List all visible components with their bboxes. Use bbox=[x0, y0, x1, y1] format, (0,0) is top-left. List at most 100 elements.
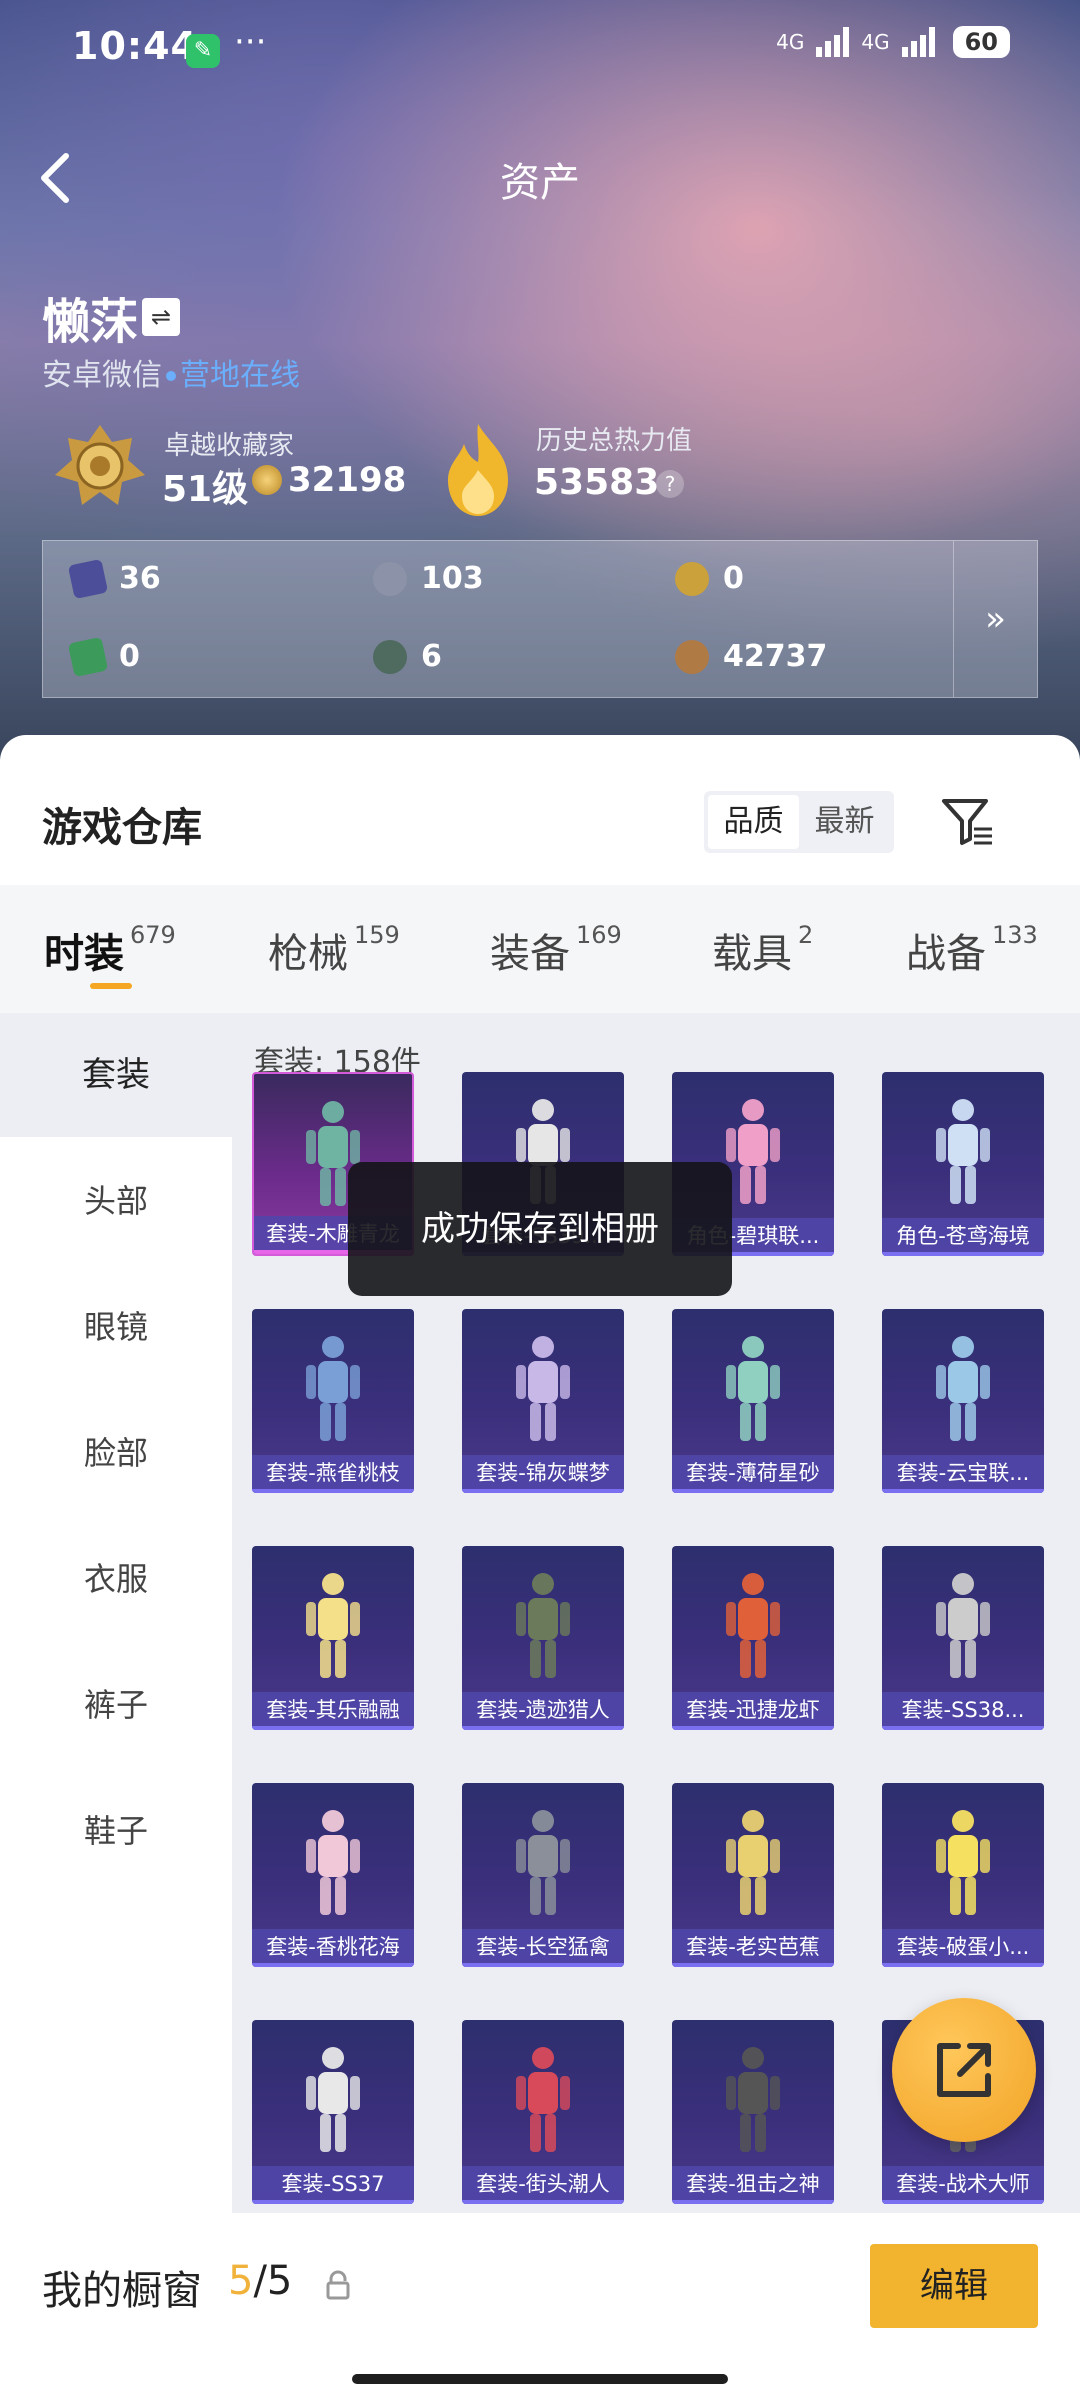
heat-value: 53583 bbox=[534, 462, 660, 503]
tab-label: 载具 bbox=[712, 931, 792, 977]
sidebar-item-clothes[interactable]: 衣服 bbox=[0, 1517, 232, 1641]
item-card[interactable]: 套装-其乐融融 bbox=[252, 1546, 414, 1731]
outfit-figure-icon bbox=[726, 2047, 780, 2153]
tab-battle-prep[interactable]: 战备 133 bbox=[906, 921, 1038, 979]
item-card-rarity-bar bbox=[672, 2200, 834, 2205]
collector-label: 卓越收藏家 bbox=[164, 431, 295, 461]
item-card-label: 套装-薄荷星砂 bbox=[672, 1455, 834, 1493]
tab-guns[interactable]: 枪械 159 bbox=[268, 921, 400, 979]
currency-item: 0 bbox=[675, 561, 744, 596]
item-card-label: 套装-其乐融融 bbox=[252, 1692, 414, 1731]
network-type-2: 4G bbox=[861, 30, 890, 54]
platform-label: 安卓微信 bbox=[42, 358, 162, 393]
item-card-rarity-bar bbox=[462, 1726, 624, 1731]
sidebar-item-shoes[interactable]: 鞋子 bbox=[0, 1769, 232, 1893]
sidebar-item-pants[interactable]: 裤子 bbox=[0, 1643, 232, 1767]
outfit-figure-icon bbox=[516, 1573, 570, 1679]
sort-toggle: 品质 最新 bbox=[704, 791, 894, 853]
item-card-label: 套装-SS37 bbox=[252, 2166, 414, 2205]
item-card-rarity-bar bbox=[252, 1726, 414, 1731]
item-card-rarity-bar bbox=[882, 2200, 1044, 2205]
item-card[interactable]: 套装-燕雀桃枝 bbox=[252, 1309, 414, 1493]
warehouse-sheet: 游戏仓库 品质 最新 时装 679 枪械 159 装备 169 载具 2 战备 133 套… bbox=[0, 735, 1080, 2400]
outfit-figure-icon bbox=[516, 1810, 570, 1916]
active-tab-indicator bbox=[90, 983, 132, 989]
item-card-label: 套装-燕雀桃枝 bbox=[252, 1455, 414, 1493]
item-card-rarity-bar bbox=[882, 1726, 1044, 1731]
outfit-figure-icon bbox=[306, 1336, 360, 1441]
item-card[interactable]: 角色-苍鸢海境 bbox=[882, 1071, 1044, 1256]
showcase-count: 5/5 bbox=[228, 2258, 292, 2304]
category-tabs: 时装 679 枪械 159 装备 169 载具 2 战备 133 bbox=[0, 885, 1080, 1013]
sort-newest-button[interactable]: 最新 bbox=[799, 795, 890, 849]
status-indicators: 4G 4G 60 bbox=[776, 26, 1010, 58]
item-card-label: 套装-SS38... bbox=[882, 1692, 1044, 1731]
signal-icon bbox=[816, 27, 850, 57]
item-card-rarity-bar bbox=[252, 1963, 414, 1968]
item-card[interactable]: 套装-锦灰蝶梦 bbox=[462, 1309, 624, 1493]
tab-count: 159 bbox=[354, 921, 400, 949]
switch-account-icon[interactable]: ⇌ bbox=[142, 298, 180, 336]
sidebar-item-head[interactable]: 头部 bbox=[0, 1139, 232, 1263]
user-name: 懒莯 bbox=[42, 294, 139, 350]
item-card[interactable]: 套装-长空猛禽 bbox=[462, 1783, 624, 1968]
lock-icon bbox=[326, 2270, 350, 2300]
more-currencies-button[interactable]: » bbox=[953, 541, 1037, 697]
item-card-label: 套装-锦灰蝶梦 bbox=[462, 1455, 624, 1493]
tab-label: 装备 bbox=[490, 931, 570, 977]
tab-count: 133 bbox=[992, 921, 1038, 949]
tab-vehicles[interactable]: 载具 2 bbox=[712, 921, 813, 979]
outfit-figure-icon bbox=[726, 1810, 780, 1916]
status-time: 10:44 bbox=[72, 24, 198, 68]
collector-coin-icon bbox=[252, 465, 282, 495]
item-card-label: 套装-狙击之神 bbox=[672, 2166, 834, 2205]
currency-item: 0 bbox=[67, 636, 140, 677]
filter-icon[interactable] bbox=[940, 795, 994, 849]
item-card[interactable]: 套装-狙击之神 bbox=[672, 2020, 834, 2205]
tab-equipment[interactable]: 装备 169 bbox=[490, 921, 622, 979]
showcase-title: 我的橱窗 bbox=[42, 2268, 202, 2314]
sidebar-item-suits[interactable]: 套装 bbox=[0, 1013, 232, 1137]
currency-value: 42737 bbox=[723, 639, 828, 674]
outfit-figure-icon bbox=[936, 1098, 990, 1204]
item-card[interactable]: 套装-老实芭蕉 bbox=[672, 1783, 834, 1968]
network-type: 4G bbox=[776, 30, 805, 54]
item-card[interactable]: 套装-迅捷龙虾 bbox=[672, 1546, 834, 1731]
item-card-label: 套装-香桃花海 bbox=[252, 1929, 414, 1968]
user-platform-line: 安卓微信 营地在线 bbox=[42, 350, 300, 394]
item-card[interactable]: 套装-云宝联... bbox=[882, 1309, 1044, 1493]
item-card[interactable]: 套装-遗迹猎人 bbox=[462, 1546, 624, 1731]
tab-count: 679 bbox=[130, 921, 176, 949]
item-card-rarity-bar bbox=[882, 1489, 1044, 1493]
item-card-label: 套装-迅捷龙虾 bbox=[672, 1692, 834, 1731]
showcase-current: 5 bbox=[228, 2258, 254, 2304]
online-status: 营地在线 bbox=[180, 358, 300, 393]
item-card[interactable]: 套装-SS38... bbox=[882, 1546, 1044, 1731]
item-card-rarity-bar bbox=[462, 1489, 624, 1493]
item-card[interactable]: 套装-SS37 bbox=[252, 2020, 414, 2205]
item-card-rarity-bar bbox=[462, 2200, 624, 2205]
sidebar-item-face[interactable]: 脸部 bbox=[0, 1391, 232, 1515]
item-card[interactable]: 套装-破蛋小... bbox=[882, 1783, 1044, 1968]
item-card[interactable]: 套装-香桃花海 bbox=[252, 1783, 414, 1968]
item-card-rarity-bar bbox=[882, 1251, 1044, 1256]
tab-fashion[interactable]: 时装 679 bbox=[44, 921, 176, 979]
status-bar: 10:44 ✎ ··· 4G 4G 60 bbox=[0, 0, 1080, 100]
currency-item: 6 bbox=[373, 639, 442, 674]
edit-button[interactable]: 编辑 bbox=[870, 2244, 1038, 2328]
share-button[interactable] bbox=[892, 1998, 1036, 2142]
outfit-figure-icon bbox=[306, 1573, 360, 1679]
app-notification-icon: ✎ bbox=[186, 34, 220, 68]
sort-quality-button[interactable]: 品质 bbox=[708, 795, 799, 849]
item-card-rarity-bar bbox=[252, 2200, 414, 2205]
item-card[interactable]: 套装-薄荷星砂 bbox=[672, 1309, 834, 1493]
item-card-label: 套装-街头潮人 bbox=[462, 2166, 624, 2205]
sidebar-item-glasses[interactable]: 眼镜 bbox=[0, 1265, 232, 1389]
item-card[interactable]: 套装-街头潮人 bbox=[462, 2020, 624, 2205]
outfit-figure-icon bbox=[516, 1336, 570, 1441]
help-icon[interactable]: ? bbox=[656, 470, 684, 498]
card-currency-icon bbox=[67, 558, 109, 599]
dark-orb-icon bbox=[373, 639, 407, 674]
collector-medal-icon bbox=[55, 425, 145, 505]
tab-count: 2 bbox=[798, 921, 814, 949]
